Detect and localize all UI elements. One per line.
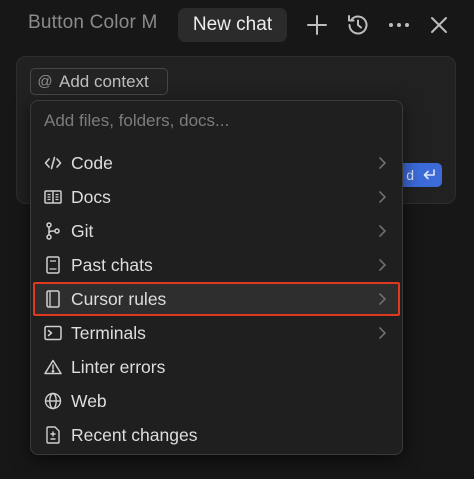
menu-item-recent-changes[interactable]: Recent changes	[34, 419, 399, 451]
at-sign-icon: @	[37, 73, 53, 90]
file-diff-icon	[44, 426, 62, 444]
terminal-icon	[44, 324, 62, 342]
menu-item-label: Cursor rules	[71, 289, 167, 309]
menu-item-label: Code	[71, 153, 113, 173]
chevron-right-icon	[377, 224, 387, 238]
send-button-label: d	[406, 167, 414, 183]
menu-item-docs[interactable]: Docs	[34, 181, 399, 213]
menu-item-label: Linter errors	[71, 357, 166, 377]
more-options-icon[interactable]	[385, 11, 413, 39]
menu-item-git[interactable]: Git	[34, 215, 399, 247]
git-branch-icon	[44, 222, 62, 240]
tab-chat-title[interactable]: Button Color M	[28, 12, 162, 34]
add-context-button[interactable]: @ Add context	[30, 68, 168, 95]
tab-new-chat[interactable]: New chat	[178, 8, 287, 42]
menu-item-code[interactable]: Code	[34, 147, 399, 179]
chevron-right-icon	[377, 292, 387, 306]
chevron-right-icon	[377, 326, 387, 340]
menu-item-web[interactable]: Web	[34, 385, 399, 417]
warning-icon	[44, 358, 62, 376]
menu-item-label: Web	[71, 391, 107, 411]
enter-key-icon	[422, 169, 436, 181]
close-icon[interactable]	[425, 11, 453, 39]
chevron-right-icon	[377, 258, 387, 272]
add-context-label: Add context	[59, 71, 149, 91]
menu-item-label: Past chats	[71, 255, 153, 275]
menu-item-terminals[interactable]: Terminals	[34, 317, 399, 349]
menu-search-input[interactable]: Add files, folders, docs...	[44, 111, 229, 135]
history-icon[interactable]	[344, 11, 372, 39]
rules-file-icon	[44, 290, 62, 308]
menu-item-linter-errors[interactable]: Linter errors	[34, 351, 399, 383]
globe-icon	[44, 392, 62, 410]
menu-item-label: Docs	[71, 187, 111, 207]
tab-bar: Button Color M New chat	[0, 0, 474, 52]
add-context-menu: Add files, folders, docs... Code Docs Gi…	[30, 100, 403, 455]
plus-icon[interactable]	[303, 11, 331, 39]
code-icon	[44, 154, 62, 172]
menu-item-label: Recent changes	[71, 425, 198, 445]
chevron-right-icon	[377, 190, 387, 204]
menu-item-past-chats[interactable]: Past chats	[34, 249, 399, 281]
menu-item-label: Terminals	[71, 323, 146, 343]
menu-item-label: Git	[71, 221, 94, 241]
menu-item-cursor-rules[interactable]: Cursor rules	[33, 282, 400, 316]
notebook-icon	[44, 256, 62, 274]
book-icon	[44, 188, 62, 206]
chevron-right-icon	[377, 156, 387, 170]
